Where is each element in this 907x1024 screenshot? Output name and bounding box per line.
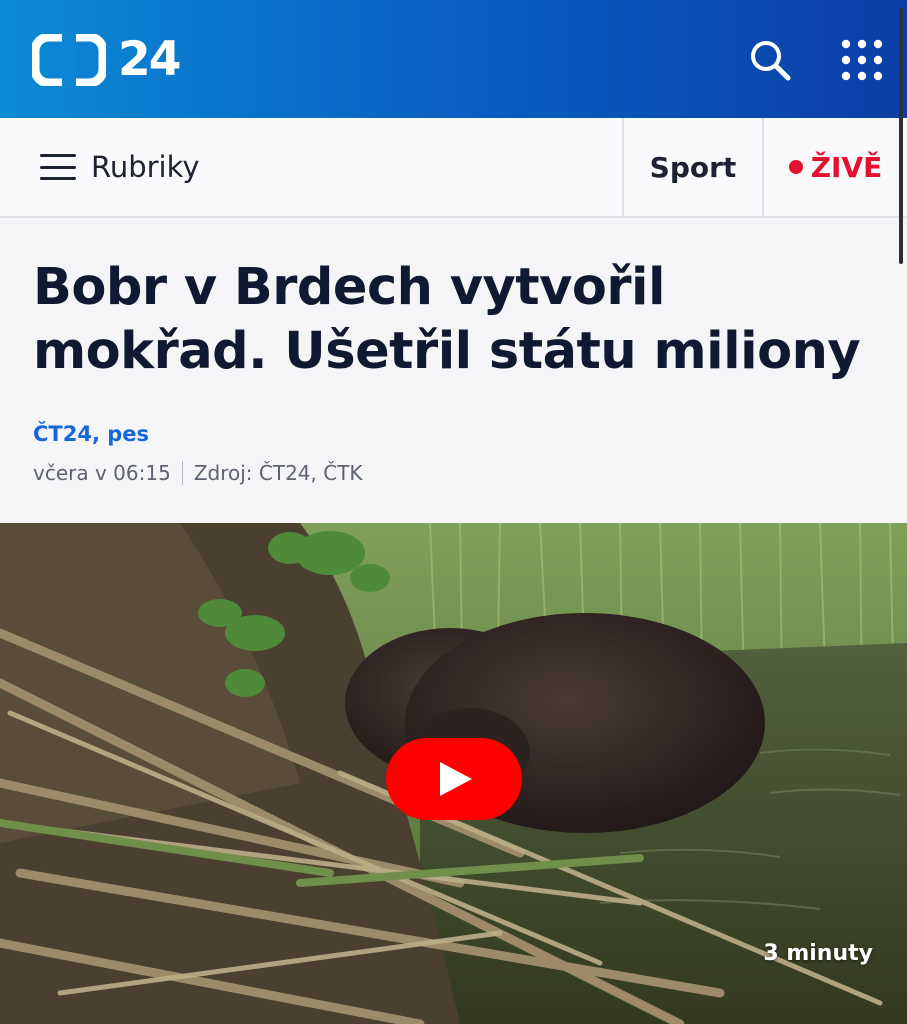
article-meta: včera v 06:15 Zdroj: ČT24, ČTK [33,461,363,485]
article-title: Bobr v Brdech vytvořil mokřad. Ušetřil s… [33,258,861,381]
article-tags[interactable]: ČT24, pes [33,422,149,446]
ct24-logo[interactable]: 24 [32,32,181,87]
search-button[interactable] [746,36,794,84]
live-label: ŽIVĚ [810,150,883,184]
scrollbar-thumb[interactable] [899,8,903,264]
play-button[interactable] [386,738,522,820]
top-bar: 24 [0,0,907,118]
article-header: Bobr v Brdech vytvořil mokřad. Ušetřil s… [0,218,907,523]
meta-divider [181,461,183,485]
live-dot-icon [788,160,803,174]
sport-label: Sport [649,150,737,184]
menu-icon [40,154,76,180]
video-player[interactable]: 3 minuty [0,523,907,1024]
section-nav: Rubriky Sport ŽIVĚ [0,118,907,218]
video-duration: 3 minuty [763,941,873,966]
play-icon [386,738,522,820]
apps-menu-button[interactable] [838,38,886,82]
article-source: Zdroj: ČT24, ČTK [193,461,363,485]
rubriky-label: Rubriky [91,150,200,184]
apps-grid-icon [841,39,883,81]
rubriky-menu-button[interactable]: Rubriky [0,118,622,216]
live-link[interactable]: ŽIVĚ [762,118,907,216]
sport-link[interactable]: Sport [622,118,762,216]
logo-text: 24 [118,32,181,87]
search-icon [751,41,791,81]
article-date: včera v 06:15 [33,461,171,485]
ct-logo-icon [32,34,106,86]
